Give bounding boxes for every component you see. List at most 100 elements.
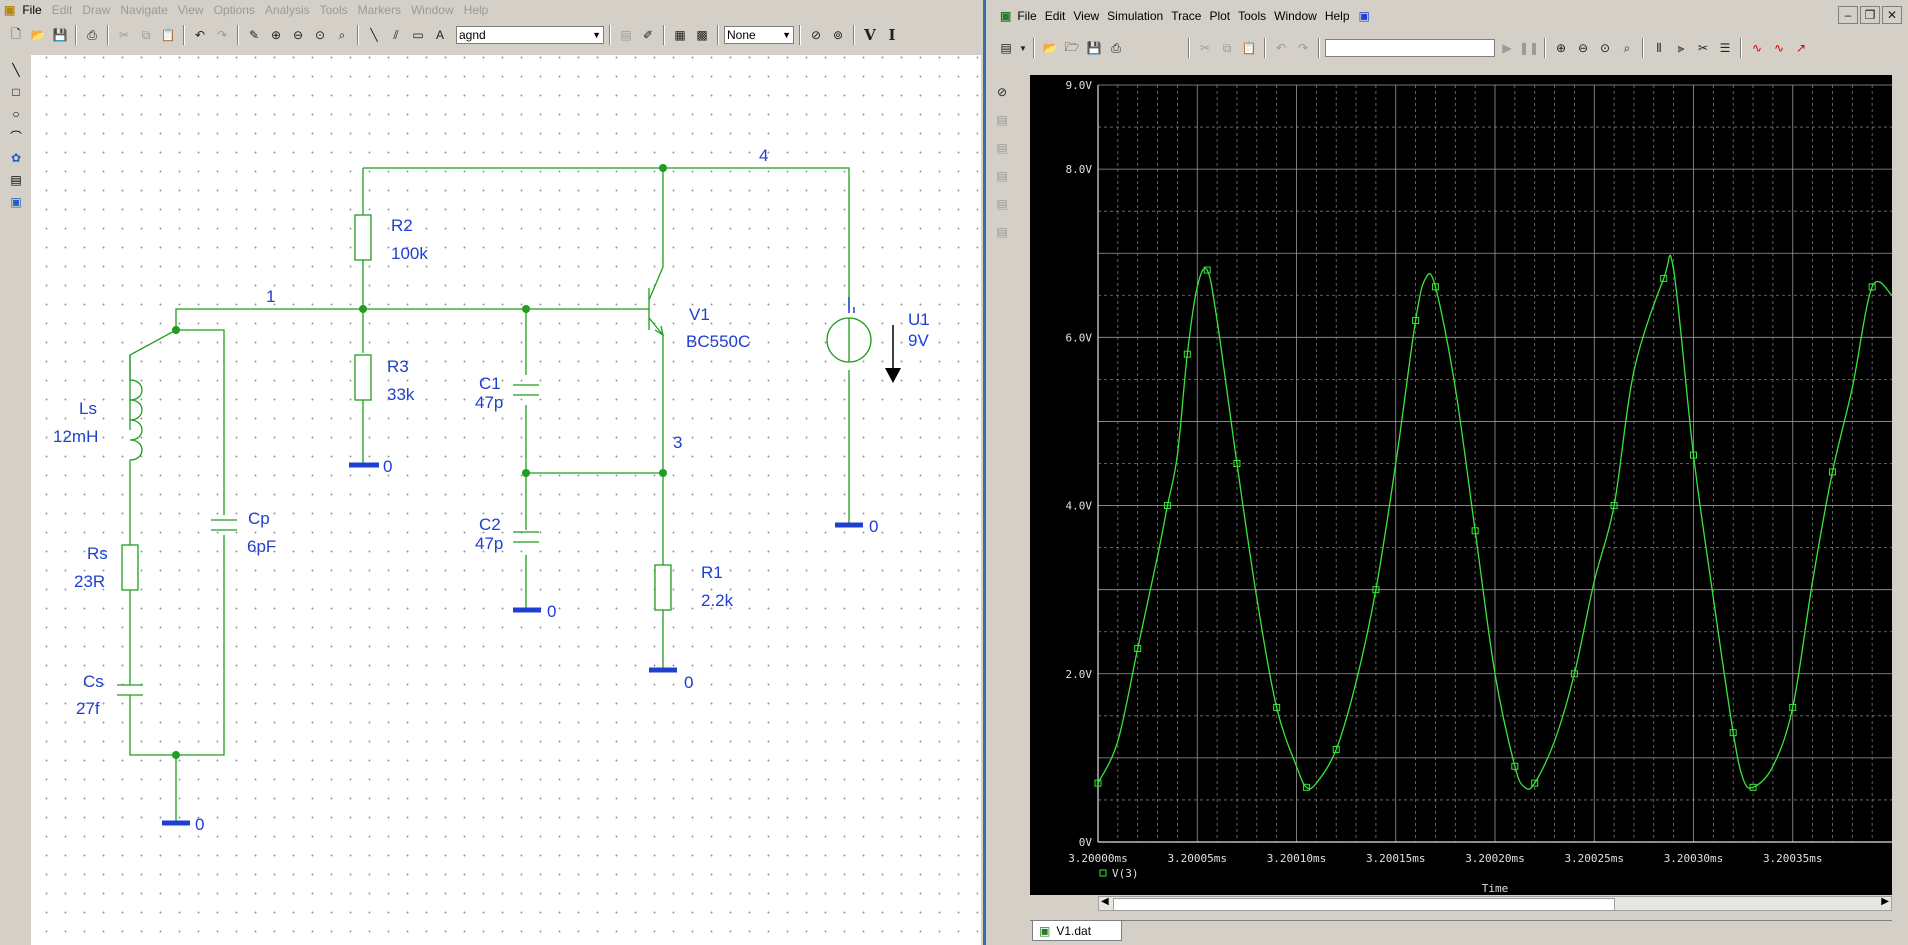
voltage-marker-button[interactable]: V [860, 25, 880, 45]
draw-wire-icon[interactable]: ╲ [364, 25, 384, 45]
zoom-in-icon[interactable]: ⊕ [1551, 38, 1571, 58]
menu-view[interactable]: View [1069, 9, 1103, 23]
menu-simulation[interactable]: Simulation [1103, 9, 1167, 23]
menu-tools[interactable]: Tools [315, 3, 353, 17]
save-icon[interactable]: 💾 [1084, 38, 1104, 58]
capacitor-c2[interactable] [513, 531, 539, 543]
schematic-drawing[interactable]: 4 1 3 R2 100k R3 33k C1 47p C2 47p R1 2.… [31, 55, 981, 945]
part-icon[interactable]: ▤ [616, 25, 636, 45]
menu-tools[interactable]: Tools [1234, 9, 1270, 23]
draw-circle-tool-icon[interactable]: ○ [6, 104, 26, 124]
resistor-rs[interactable] [121, 544, 139, 591]
close-icon[interactable]: ✕ [1882, 6, 1902, 24]
window-icon[interactable]: ▦ [670, 25, 690, 45]
resistor-r1[interactable] [654, 564, 672, 611]
edit-part-icon[interactable]: ✐ [638, 25, 658, 45]
pause-icon[interactable]: ❚❚ [1519, 38, 1539, 58]
menu-analysis[interactable]: Analysis [260, 3, 315, 17]
scroll-thumb[interactable] [1113, 898, 1615, 911]
scroll-left-icon[interactable]: ◀ [1101, 896, 1109, 907]
waveform-chart[interactable]: 3.20000ms 3.20005ms 3.20010ms 3.20015ms 3.20… [1030, 75, 1892, 895]
zoom-area-icon[interactable]: ⊙ [310, 25, 330, 45]
undo-icon[interactable]: ↶ [190, 25, 210, 45]
resistor-r3[interactable] [354, 354, 372, 401]
minimize-icon[interactable]: – [1838, 6, 1858, 24]
copy-icon[interactable]: ⧉ [136, 25, 156, 45]
zoom-area-icon[interactable]: ⊙ [1595, 38, 1615, 58]
run-icon[interactable]: ▶ [1497, 38, 1517, 58]
redo-icon[interactable]: ↷ [212, 25, 232, 45]
inductor-ls[interactable] [129, 355, 143, 470]
zoom-all-icon[interactable]: ⌕ [332, 25, 352, 45]
restore-icon[interactable]: ❐ [1860, 6, 1880, 24]
paste-icon[interactable]: 📋 [1239, 38, 1259, 58]
menu-file[interactable]: File [1013, 9, 1040, 23]
draw-bus-icon[interactable]: ⫽ [386, 25, 406, 45]
open-file-icon[interactable]: 🗁 [1062, 38, 1082, 58]
max-icon[interactable]: ▤ [992, 222, 1012, 242]
measurement-icon[interactable]: ∿ [1769, 38, 1789, 58]
peak-icon[interactable]: ▤ [992, 110, 1012, 130]
new-plot-icon[interactable]: ▤ [996, 38, 1016, 58]
color-tool-icon[interactable]: ✿ [6, 148, 26, 168]
capacitor-cp[interactable] [211, 519, 237, 531]
simulation-profile-combo[interactable] [1325, 39, 1495, 57]
menu-view[interactable]: View [173, 3, 209, 17]
trough-icon[interactable]: ▤ [992, 138, 1012, 158]
horizontal-scrollbar[interactable]: ◀ ▶ [1098, 896, 1892, 911]
waveform-plot[interactable]: 3.20000ms 3.20005ms 3.20010ms 3.20015ms 3.20… [1030, 75, 1892, 895]
menu-trace[interactable]: Trace [1167, 9, 1205, 23]
save-icon[interactable]: 💾 [50, 25, 70, 45]
log-x-icon[interactable]: ⫴ [1649, 38, 1669, 58]
menu-plot[interactable]: Plot [1205, 9, 1234, 23]
image-tool-icon[interactable]: ▣ [6, 192, 26, 212]
draw-arc-tool-icon[interactable]: ⌒ [6, 126, 26, 146]
capacitor-c1[interactable] [513, 384, 539, 396]
redo-icon[interactable]: ↷ [1293, 38, 1313, 58]
schematic-canvas[interactable]: 4 1 3 R2 100k R3 33k C1 47p C2 47p R1 2.… [31, 55, 981, 945]
part-combo[interactable]: agnd ▼ [456, 26, 604, 44]
zoom-in-icon[interactable]: ⊕ [266, 25, 286, 45]
draw-rect-tool-icon[interactable]: □ [6, 82, 26, 102]
zoom-out-icon[interactable]: ⊖ [288, 25, 308, 45]
print-icon[interactable]: ⎙ [1106, 38, 1126, 58]
zoom-out-icon[interactable]: ⊖ [1573, 38, 1593, 58]
zoom-combo[interactable]: None ▼ [724, 26, 794, 44]
resistor-r2[interactable] [354, 214, 372, 261]
cut-icon[interactable]: ✂ [114, 25, 134, 45]
scroll-right-icon[interactable]: ▶ [1881, 896, 1889, 907]
print-icon[interactable]: ⎙ [82, 25, 102, 45]
place-net-alias-icon[interactable]: A [430, 25, 450, 45]
open-folder-icon[interactable]: 📂 [1040, 38, 1060, 58]
probe-cursor-icon[interactable]: ⊘ [992, 82, 1012, 102]
menu-help[interactable]: Help [459, 3, 494, 17]
capacitor-cs[interactable] [117, 684, 143, 700]
menu-options[interactable]: Options [209, 3, 260, 17]
menu-draw[interactable]: Draw [77, 3, 115, 17]
cursor-icon[interactable]: ↗ [1791, 38, 1811, 58]
current-marker-button[interactable]: I [882, 25, 902, 45]
menu-window[interactable]: Window [1270, 9, 1321, 23]
cut-icon[interactable]: ✂ [1195, 38, 1215, 58]
probe-current-icon[interactable]: ⊚ [828, 25, 848, 45]
simulate-icon[interactable]: ▩ [692, 25, 712, 45]
chevron-down-icon[interactable]: ▼ [1018, 38, 1028, 58]
open-folder-icon[interactable]: 📂 [28, 25, 48, 45]
table-icon[interactable]: ☰ [1715, 38, 1735, 58]
tab-v1-dat[interactable]: ▣ V1.dat [1032, 921, 1122, 941]
menu-edit[interactable]: Edit [47, 3, 78, 17]
undo-icon[interactable]: ↶ [1271, 38, 1291, 58]
menu-window[interactable]: Window [406, 3, 459, 17]
add-trace-icon[interactable]: ∿ [1747, 38, 1767, 58]
menu-markers[interactable]: Markers [353, 3, 406, 17]
menu-edit[interactable]: Edit [1041, 9, 1070, 23]
pencil-icon[interactable]: ✎ [244, 25, 264, 45]
performance-icon[interactable]: ✂ [1693, 38, 1713, 58]
slope-icon[interactable]: ▤ [992, 166, 1012, 186]
menu-help[interactable]: Help [1321, 9, 1354, 23]
fft-icon[interactable]: ⫸ [1671, 38, 1691, 58]
help-context-icon[interactable]: ▣ [1354, 9, 1375, 23]
new-file-icon[interactable]: 🗋 [6, 25, 26, 45]
transistor-v1[interactable] [648, 266, 664, 337]
zoom-fit-icon[interactable]: ⌕ [1617, 38, 1637, 58]
